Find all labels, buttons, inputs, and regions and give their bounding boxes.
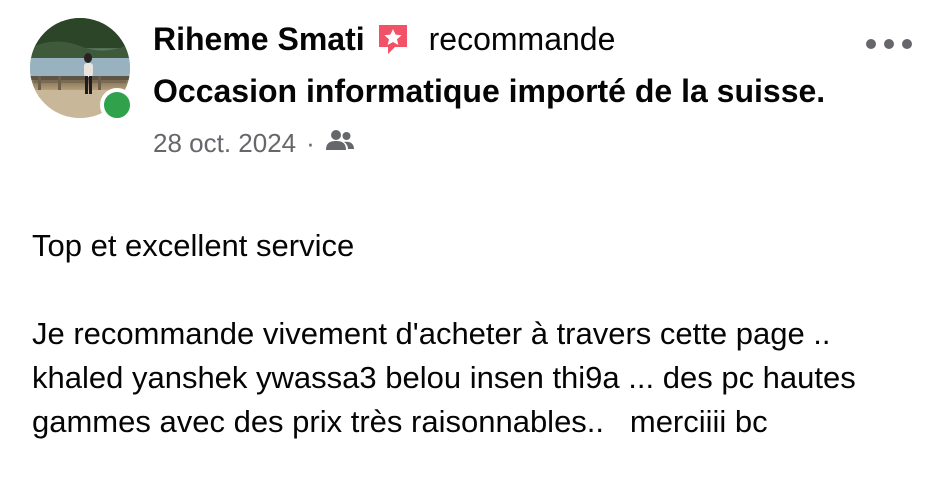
more-options-button[interactable] (866, 34, 912, 54)
meta-separator: · (306, 127, 315, 158)
more-dot-icon (866, 39, 876, 49)
post-card: Riheme Smati recommande Occasion informa… (0, 0, 936, 501)
more-dot-icon (902, 39, 912, 49)
post-body: Top et excellent service Je recommande v… (32, 224, 922, 444)
author-avatar[interactable] (30, 18, 134, 122)
post-date[interactable]: 28 oct. 2024 (153, 128, 296, 159)
more-dot-icon (884, 39, 894, 49)
post-paragraph: Je recommande vivement d'acheter à trave… (32, 316, 865, 439)
post-meta: 28 oct. 2024 · (153, 126, 853, 160)
online-status-indicator (100, 88, 134, 122)
recommend-label: recommande (428, 21, 616, 57)
author-name[interactable]: Riheme Smati (153, 16, 365, 62)
friends-icon[interactable] (325, 128, 355, 159)
post-header: Riheme Smati recommande Occasion informa… (153, 16, 853, 160)
recommended-page-name[interactable]: Occasion informatique importé de la suis… (153, 66, 833, 116)
recommend-star-icon (375, 21, 411, 57)
author-line: Riheme Smati recommande (153, 16, 853, 62)
post-paragraph: Top et excellent service (32, 228, 355, 263)
